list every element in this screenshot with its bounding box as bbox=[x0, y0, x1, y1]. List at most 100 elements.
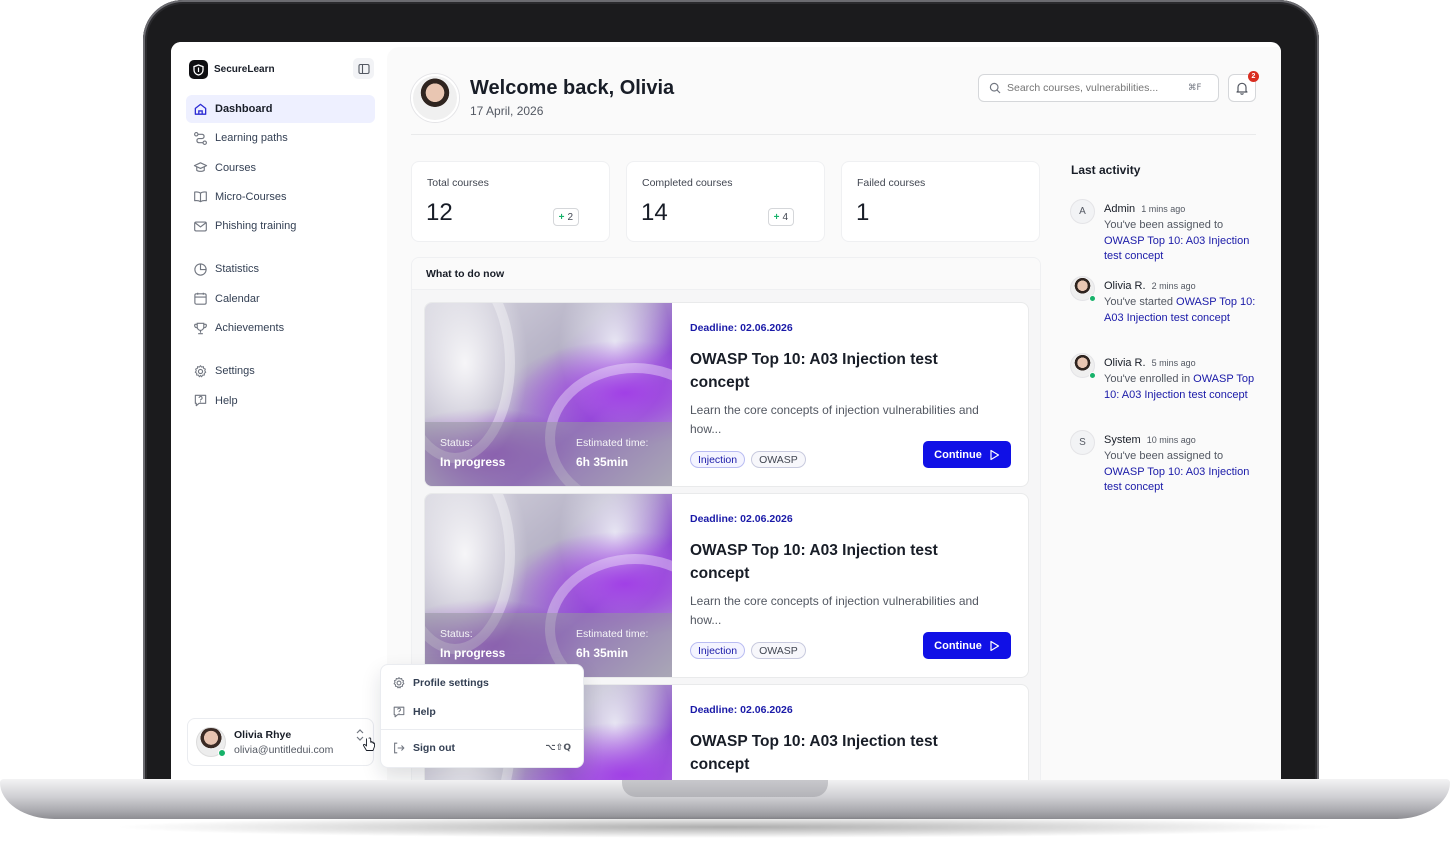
activity-message: You've started bbox=[1104, 296, 1177, 308]
avatar bbox=[196, 727, 226, 757]
user-name: Olivia Rhye bbox=[234, 728, 292, 741]
activity-message: You've been assigned to bbox=[1104, 219, 1224, 231]
tag[interactable]: OWASP bbox=[751, 642, 806, 659]
help-icon bbox=[393, 706, 405, 717]
sidebar-item-label: Statistics bbox=[215, 263, 260, 276]
sidebar-item-label: Achievements bbox=[215, 322, 285, 335]
sidebar-item-statistics[interactable]: Statistics bbox=[186, 255, 375, 283]
search-input[interactable] bbox=[1007, 82, 1182, 94]
sidebar-item-learning-paths[interactable]: Learning paths bbox=[186, 124, 375, 152]
stat-card-completed: Completed courses 14 +4 bbox=[626, 161, 825, 242]
laptop-notch bbox=[622, 779, 828, 797]
time-label: Estimated time: bbox=[576, 437, 649, 449]
activity-message: You've enrolled in bbox=[1104, 373, 1194, 385]
plus-icon: + bbox=[558, 211, 565, 223]
page-title: Welcome back, Olivia bbox=[470, 77, 675, 99]
screen: SecureLearn Dashboard Learning paths Cou… bbox=[171, 42, 1281, 780]
search-shortcut: ⌘F bbox=[1188, 83, 1202, 93]
tag[interactable]: OWASP bbox=[751, 451, 806, 468]
tag[interactable]: Injection bbox=[690, 451, 746, 468]
course-card[interactable]: Status: In progress Estimated time: 6h 3… bbox=[424, 493, 1029, 678]
sidebar-item-help[interactable]: Help bbox=[186, 387, 375, 415]
stat-delta: 4 bbox=[782, 211, 788, 223]
bell-icon bbox=[1236, 82, 1248, 95]
continue-button[interactable]: Continue bbox=[923, 441, 1011, 468]
calendar-icon bbox=[194, 292, 207, 305]
course-title: OWASP Top 10: A03 Injection test concept bbox=[690, 542, 938, 582]
stat-card-total: Total courses 12 +2 bbox=[411, 161, 610, 242]
stat-delta: 2 bbox=[567, 211, 573, 223]
status-value: In progress bbox=[440, 455, 506, 469]
activity-actor: Olivia R. bbox=[1104, 357, 1146, 369]
activity-actor: Olivia R. bbox=[1104, 280, 1146, 292]
user-menu: Profile settings Help Sign out ⌥⇧Q bbox=[380, 664, 584, 768]
course-card[interactable]: Status: In progress Estimated time: 6h 3… bbox=[424, 302, 1029, 487]
course-status-overlay: Status: In progress Estimated time: 6h 3… bbox=[425, 422, 672, 486]
stat-delta-badge: +4 bbox=[767, 208, 794, 226]
continue-label: Continue bbox=[934, 448, 982, 461]
stat-value: 1 bbox=[856, 199, 870, 226]
brand[interactable]: SecureLearn bbox=[189, 60, 275, 79]
notifications-button[interactable]: 2 bbox=[1228, 71, 1259, 102]
activity-message: You've been assigned to bbox=[1104, 450, 1224, 462]
hand-cursor-icon bbox=[363, 737, 375, 751]
activity-avatar bbox=[1070, 276, 1096, 302]
activity-course-link[interactable]: OWASP Top 10: A03 Injection test concept bbox=[1104, 235, 1249, 263]
sidebar-item-label: Learning paths bbox=[215, 132, 288, 145]
time-value: 6h 35min bbox=[576, 646, 629, 660]
activity-body: Olivia R. 2 mins ago You've started OWASP… bbox=[1104, 276, 1264, 326]
activity-text: You've enrolled in OWASP Top 10: A03 Inj… bbox=[1104, 372, 1264, 403]
activity-body: Admin 1 mins ago You've been assigned to … bbox=[1104, 199, 1264, 265]
book-open-icon bbox=[194, 191, 207, 203]
continue-button[interactable]: Continue bbox=[923, 632, 1011, 659]
stat-label: Total courses bbox=[427, 177, 489, 189]
activity-text: You've been assigned to OWASP Top 10: A0… bbox=[1104, 218, 1264, 265]
activity-avatar bbox=[1070, 353, 1096, 379]
sidebar-item-achievements[interactable]: Achievements bbox=[186, 314, 375, 342]
menu-item-help[interactable]: Help bbox=[381, 697, 583, 726]
sidebar-item-settings[interactable]: Settings bbox=[186, 357, 375, 385]
menu-item-profile-settings[interactable]: Profile settings bbox=[381, 668, 583, 697]
sidebar: SecureLearn Dashboard Learning paths Cou… bbox=[171, 42, 387, 780]
search-box[interactable]: ⌘F bbox=[978, 74, 1219, 102]
sidebar-item-label: Settings bbox=[215, 365, 255, 378]
activity-avatar: S bbox=[1070, 430, 1095, 455]
sign-out-shortcut: ⌥⇧Q bbox=[545, 742, 571, 753]
sidebar-item-calendar[interactable]: Calendar bbox=[186, 285, 375, 313]
help-icon bbox=[194, 394, 207, 407]
menu-item-label: Profile settings bbox=[413, 676, 489, 689]
user-info: Olivia Rhye olivia@untitledui.com bbox=[234, 729, 333, 756]
sidebar-item-dashboard[interactable]: Dashboard bbox=[186, 95, 375, 123]
activity-body: Olivia R. 5 mins ago You've enrolled in O… bbox=[1104, 353, 1264, 403]
activity-actor: Admin bbox=[1104, 203, 1136, 215]
stat-label: Failed courses bbox=[857, 177, 926, 189]
sidebar-toggle-icon bbox=[357, 63, 370, 74]
sidebar-item-label: Calendar bbox=[215, 292, 260, 305]
sidebar-collapse-button[interactable] bbox=[353, 58, 374, 79]
course-tags: Injection OWASP bbox=[690, 642, 806, 659]
menu-item-sign-out[interactable]: Sign out ⌥⇧Q bbox=[381, 733, 583, 762]
trophy-icon bbox=[194, 322, 207, 334]
stat-value: 14 bbox=[641, 199, 668, 226]
stat-value: 12 bbox=[426, 199, 453, 226]
sidebar-item-courses[interactable]: Courses bbox=[186, 154, 375, 182]
activity-text: You've started OWASP Top 10: A03 Injecti… bbox=[1104, 295, 1264, 326]
sidebar-item-micro-courses[interactable]: Micro-Courses bbox=[186, 183, 375, 211]
play-icon bbox=[990, 449, 999, 460]
activity-heading: Last activity bbox=[1071, 163, 1141, 177]
pie-chart-icon bbox=[194, 263, 207, 276]
activity-course-link[interactable]: OWASP Top 10: A03 Injection test concept bbox=[1104, 466, 1249, 494]
header-avatar bbox=[411, 74, 459, 122]
sidebar-item-label: Help bbox=[215, 394, 238, 407]
activity-avatar: A bbox=[1070, 199, 1095, 224]
activity-time: 10 mins ago bbox=[1146, 435, 1196, 445]
tag[interactable]: Injection bbox=[690, 642, 746, 659]
menu-item-label: Help bbox=[413, 705, 436, 718]
user-card[interactable]: Olivia Rhye olivia@untitledui.com bbox=[187, 718, 374, 766]
stat-card-failed: Failed courses 1 bbox=[841, 161, 1040, 242]
stat-label: Completed courses bbox=[642, 177, 733, 189]
sidebar-item-phishing-training[interactable]: Phishing training bbox=[186, 212, 375, 240]
shield-logo-icon bbox=[189, 60, 208, 79]
